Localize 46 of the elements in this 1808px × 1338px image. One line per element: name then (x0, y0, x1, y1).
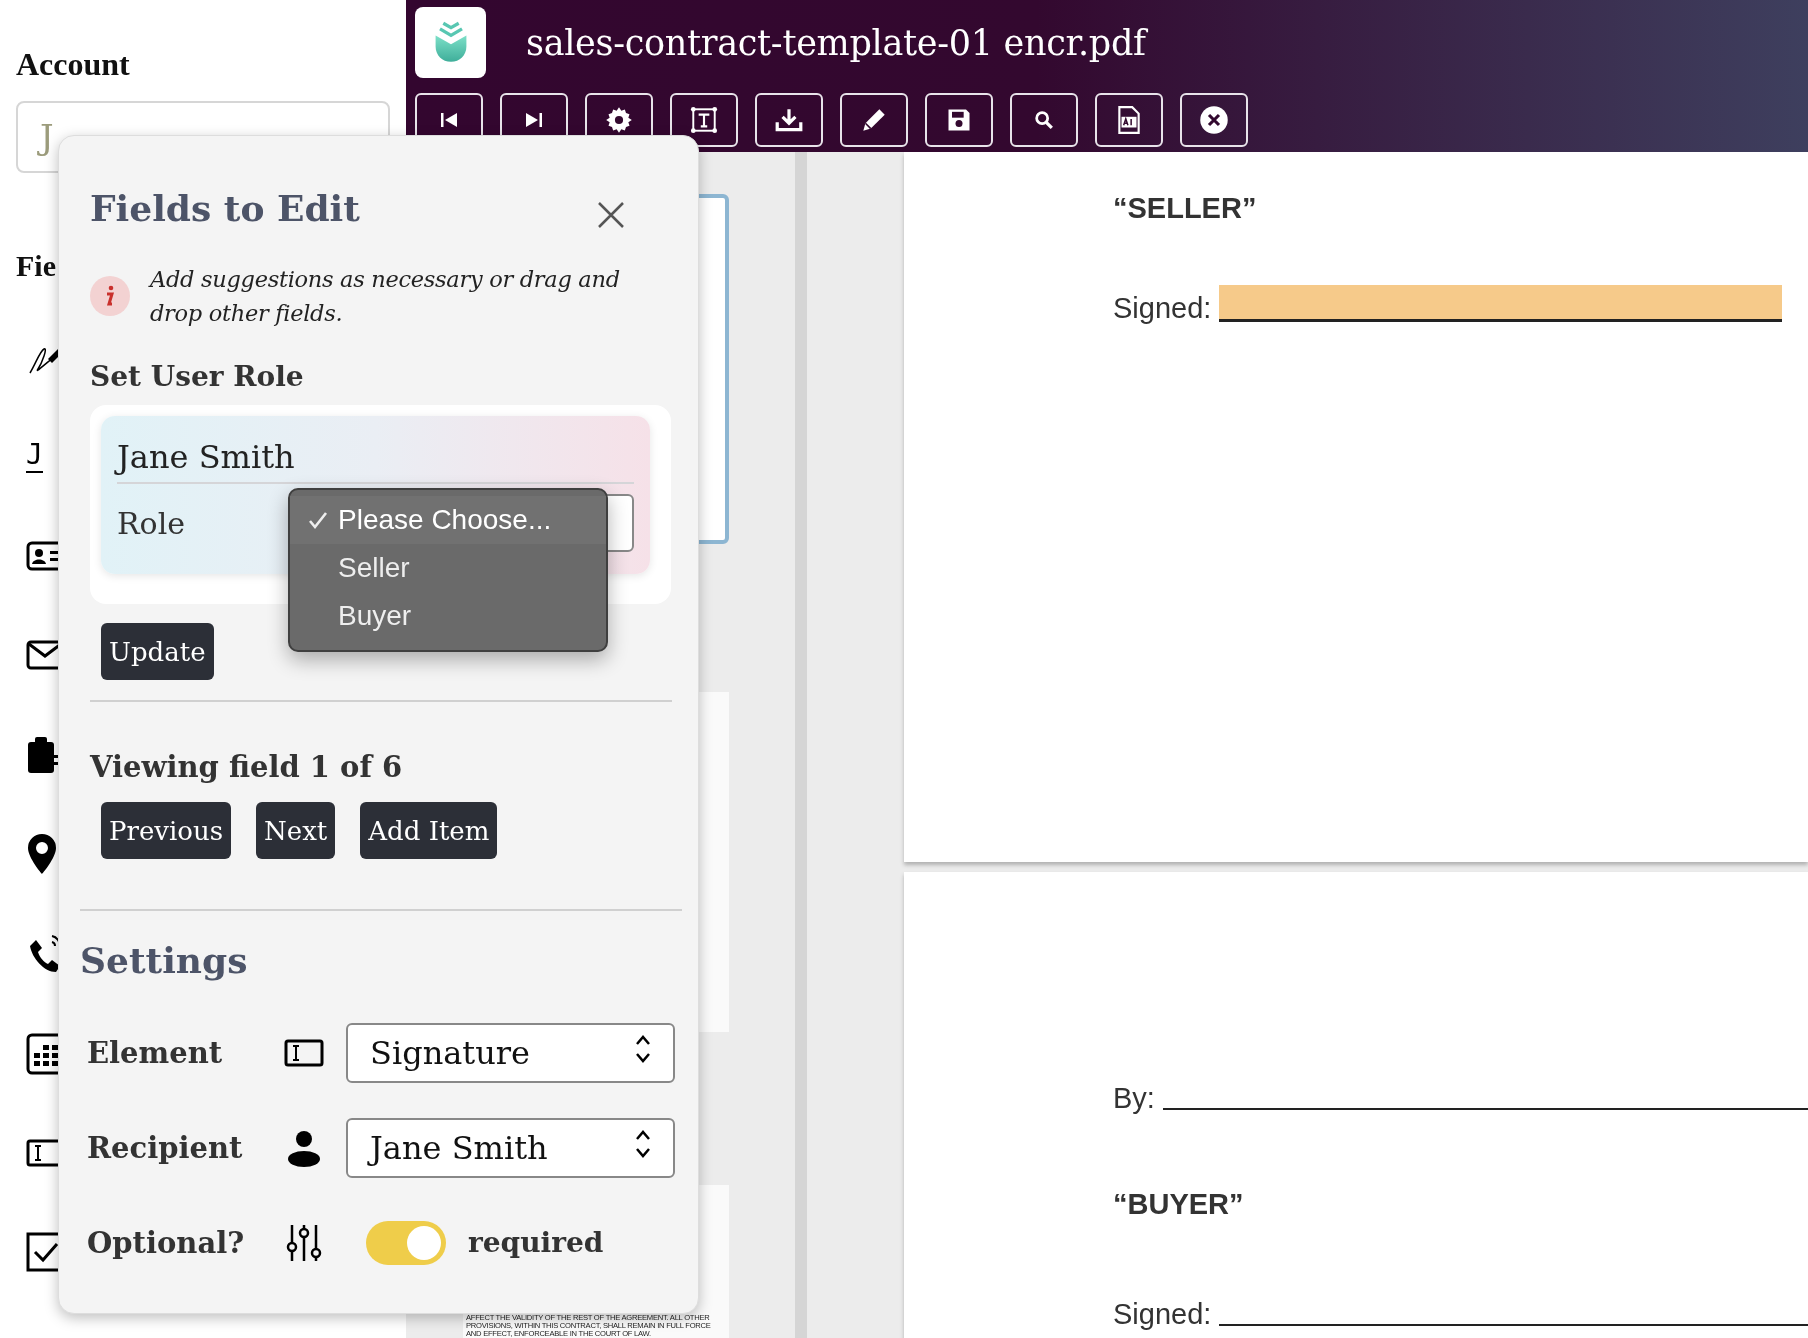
settings-icon (605, 106, 633, 134)
toolbar-button[interactable] (1010, 93, 1078, 147)
party-heading: “SELLER” (1113, 191, 1258, 226)
select-field[interactable]: Jane Smith (346, 1117, 675, 1178)
close-icon[interactable] (596, 200, 626, 230)
toolbar-button[interactable] (840, 93, 908, 147)
nav-button[interactable]: Next (256, 802, 336, 859)
section-heading: Set User Role (90, 360, 305, 393)
info-icon (90, 276, 130, 316)
signature-field[interactable] (1219, 285, 1783, 322)
party-heading: “BUYER” (1113, 1187, 1245, 1222)
document-title: sales-contract-template-01 encr.pdf (526, 23, 1146, 63)
update-button[interactable]: Update (101, 623, 214, 680)
menu-option[interactable]: Seller (290, 544, 606, 592)
check-icon (308, 510, 328, 530)
toggle-label: required (468, 1226, 604, 1259)
toolbar-button[interactable] (1095, 93, 1163, 147)
text-box-icon (689, 105, 719, 135)
role-label: Role (117, 505, 185, 541)
setting-label: Optional? (86, 1225, 246, 1260)
menu-option[interactable]: Please Choose... (290, 496, 606, 544)
close-icon (1199, 105, 1229, 135)
scrollbar[interactable] (795, 152, 807, 1338)
download-icon (774, 107, 804, 133)
select-field[interactable]: Signature (346, 1022, 675, 1083)
line-label: Signed: (1113, 1297, 1212, 1332)
nav-button[interactable]: Previous (101, 802, 232, 859)
field-counter: Viewing field 1 of 6 (90, 750, 404, 784)
dialog-title: Fields to Edit (90, 187, 360, 229)
line-label: By: (1113, 1081, 1155, 1116)
account-label: Account (16, 46, 131, 83)
info-text: Add suggestions as necessary or drag and drop other fields. (150, 265, 621, 328)
nav-button[interactable]: Add Item (360, 802, 498, 859)
section-title: Settings (80, 939, 249, 981)
setting-label: Element (86, 1035, 224, 1070)
toolbar-button[interactable] (755, 93, 823, 147)
section-heading: Fie (16, 249, 56, 283)
setting-label: Recipient (86, 1130, 244, 1165)
search-icon (1033, 109, 1055, 131)
line-label: Signed: (1113, 291, 1212, 326)
toggle-switch[interactable] (366, 1220, 446, 1265)
toolbar-button[interactable] (1180, 93, 1248, 147)
menu-option[interactable]: Buyer (290, 592, 606, 640)
toolbar-button[interactable] (925, 93, 993, 147)
ai-file-icon (1116, 105, 1142, 135)
logo-icon (415, 6, 486, 78)
